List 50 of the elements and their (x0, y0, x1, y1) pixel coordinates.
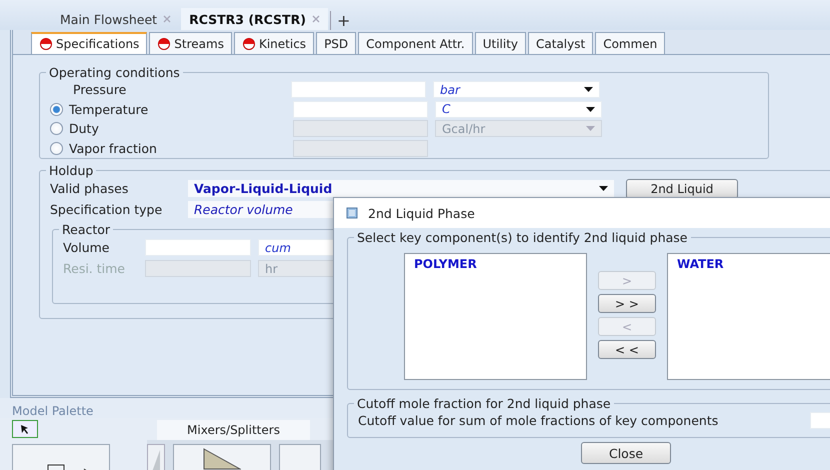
dropdown-caret-icon (586, 126, 595, 132)
input-field[interactable] (145, 239, 251, 256)
tab[interactable]: Commen (595, 32, 666, 54)
palette-title: Model Palette (12, 404, 94, 418)
close-icon[interactable] (312, 15, 320, 23)
cursor-arrow-icon (20, 424, 30, 434)
group-title: Cutoff mole fraction for 2nd liquid phase (356, 396, 612, 411)
move-button[interactable]: < < (598, 340, 656, 359)
field-label: Volume (63, 240, 110, 255)
field-label: Vapor fraction (68, 140, 158, 156)
tab[interactable]: Specifications (31, 32, 148, 54)
tab[interactable]: Kinetics (234, 32, 314, 54)
group-title: Holdup (48, 163, 94, 178)
dropdown-caret-icon (586, 106, 595, 112)
tab[interactable]: Component Attr. (358, 32, 473, 54)
field-label: Pressure (72, 82, 128, 98)
field-label: Specification type (50, 202, 164, 217)
group-title: Operating conditions (48, 65, 181, 80)
second-liquid-button[interactable]: 2nd Liquid (626, 178, 738, 198)
triangle-block-icon (203, 448, 241, 470)
tab[interactable]: PSD (316, 32, 356, 54)
close-icon[interactable] (163, 15, 172, 23)
tab[interactable]: Catalyst (528, 32, 594, 54)
available-list[interactable]: POLYMER (404, 253, 587, 380)
document-tab[interactable]: Main Flowsheet (52, 8, 180, 30)
unit-dropdown[interactable]: C (435, 100, 602, 118)
dropdown-caret-icon (599, 186, 608, 191)
input-field[interactable] (293, 100, 428, 118)
field-label: Valid phases (50, 181, 130, 196)
dropdown-caret-icon (584, 87, 593, 92)
group-title: Reactor (61, 222, 112, 237)
input-field[interactable] (291, 81, 426, 98)
palette-tab[interactable]: Mixers/Splitters (157, 420, 310, 440)
pointer-tool-button[interactable] (12, 420, 38, 438)
phases-dropdown[interactable]: Vapor-Liquid-Liquid (188, 180, 614, 197)
field-label: Cutoff value for sum of mole fractions of key components (358, 413, 720, 428)
radio-button[interactable] (50, 102, 63, 116)
move-button[interactable]: > > (598, 294, 656, 313)
field-label: Duty (68, 121, 100, 136)
list-item[interactable]: WATER (677, 257, 830, 271)
tab[interactable]: Utility (474, 32, 526, 54)
close-button[interactable]: Close (581, 442, 671, 464)
selected-list[interactable]: WATER (667, 253, 830, 380)
unit-dropdown[interactable]: bar (433, 81, 600, 98)
document-icon (346, 207, 358, 219)
field-label: Temperature (68, 102, 150, 117)
tab[interactable]: Streams (149, 32, 232, 54)
field-label: Resi. time (63, 261, 126, 276)
document-tab[interactable]: RCSTR3 (RCSTR) (181, 8, 328, 30)
list-item[interactable]: POLYMER (414, 257, 586, 271)
